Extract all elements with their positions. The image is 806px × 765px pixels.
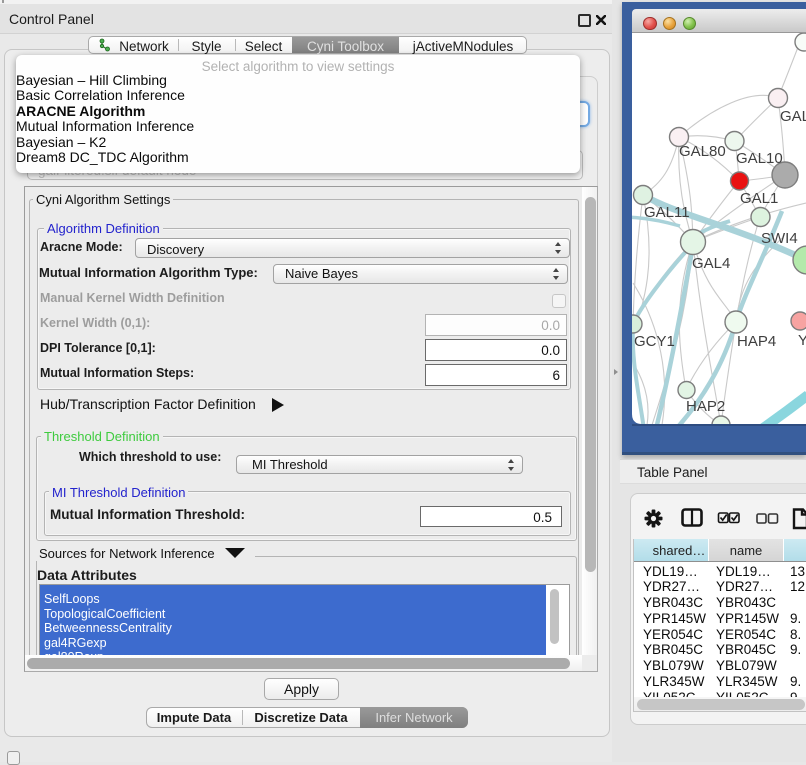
svg-text:GAL11: GAL11 — [644, 204, 690, 221]
svg-text:SWI4: SWI4 — [761, 230, 798, 247]
svg-text:Y: Y — [798, 332, 806, 349]
svg-text:GAL10: GAL10 — [736, 150, 783, 167]
svg-text:GAL1: GAL1 — [740, 190, 778, 207]
svg-text:HAP4: HAP4 — [737, 333, 776, 350]
svg-text:GAL80: GAL80 — [679, 143, 726, 160]
svg-text:HAP2: HAP2 — [686, 398, 725, 415]
svg-text:GAL4: GAL4 — [692, 255, 730, 272]
svg-text:GAL: GAL — [780, 108, 806, 125]
svg-text:GCY1: GCY1 — [634, 333, 675, 350]
